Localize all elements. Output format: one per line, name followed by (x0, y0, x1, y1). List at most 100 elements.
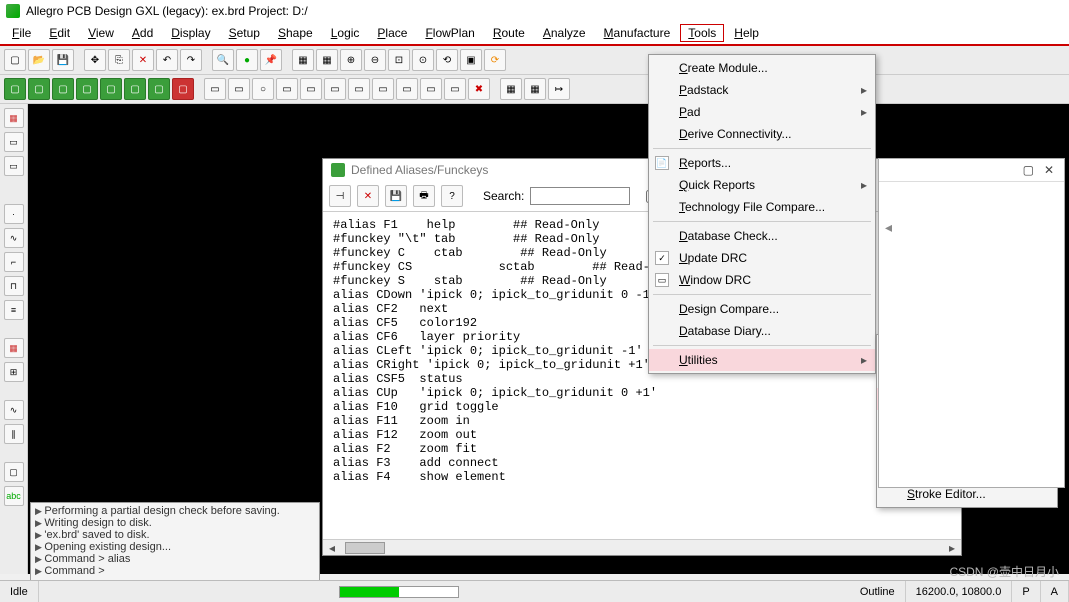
vt7-icon[interactable]: ⊓ (4, 276, 24, 296)
move-icon[interactable]: ✥ (84, 49, 106, 71)
menu-setup[interactable]: Setup (221, 24, 268, 42)
vt11-icon[interactable]: ∿ (4, 400, 24, 420)
mode1-icon[interactable]: ▢ (4, 78, 26, 100)
shape6-icon[interactable]: ▭ (324, 78, 346, 100)
menu-route[interactable]: Route (485, 24, 533, 42)
vt6-icon[interactable]: ⌐ (4, 252, 24, 272)
menu-manufacture[interactable]: Manufacture (596, 24, 679, 42)
menu-flowplan[interactable]: FlowPlan (417, 24, 482, 42)
print-icon[interactable]: 🖶 (413, 185, 435, 207)
redo-icon[interactable]: ↷ (180, 49, 202, 71)
menuitem-utilities[interactable]: Utilities (649, 349, 875, 371)
mode3-icon[interactable]: ▢ (52, 78, 74, 100)
shape11-icon[interactable]: ▭ (444, 78, 466, 100)
undo-icon[interactable]: ↶ (156, 49, 178, 71)
maximize-icon[interactable]: ▢ (1023, 163, 1034, 177)
shape10-icon[interactable]: ▭ (420, 78, 442, 100)
zoomin-icon[interactable]: ⊕ (340, 49, 362, 71)
zoomsel-icon[interactable]: ⊙ (412, 49, 434, 71)
save-icon[interactable]: 💾 (52, 49, 74, 71)
menu-logic[interactable]: Logic (323, 24, 368, 42)
copy-icon[interactable]: ⎘ (108, 49, 130, 71)
vt10-icon[interactable]: ⊞ (4, 362, 24, 382)
pin-icon[interactable]: ⊣ (329, 185, 351, 207)
delete-icon[interactable]: ✕ (132, 49, 154, 71)
shape8-icon[interactable]: ▭ (372, 78, 394, 100)
help-icon[interactable]: ? (441, 185, 463, 207)
menuitem-technology-file-compare-[interactable]: Technology File Compare... (649, 196, 875, 218)
menuitem-database-check-[interactable]: Database Check... (649, 225, 875, 247)
menu-place[interactable]: Place (369, 24, 415, 42)
back-icon[interactable]: ◂ (885, 219, 892, 236)
dialog-title: Defined Aliases/Funckeys (351, 163, 488, 177)
grid2-icon[interactable]: ▦ (316, 49, 338, 71)
vt9-icon[interactable]: ▦ (4, 338, 24, 358)
menu-view[interactable]: View (80, 24, 122, 42)
shapedel-icon[interactable]: ✖ (468, 78, 490, 100)
route2-icon[interactable]: ▦ (524, 78, 546, 100)
search-input[interactable] (530, 187, 630, 205)
zoomprev-icon[interactable]: ⟲ (436, 49, 458, 71)
shape5-icon[interactable]: ▭ (300, 78, 322, 100)
status-snap[interactable]: A (1041, 581, 1069, 602)
menu-shape[interactable]: Shape (270, 24, 321, 42)
menuitem-reports-[interactable]: 📄Reports... (649, 152, 875, 174)
zoomwin-icon[interactable]: ▣ (460, 49, 482, 71)
mode5-icon[interactable]: ▢ (100, 78, 122, 100)
close-icon[interactable]: ✕ (357, 185, 379, 207)
vt14-icon[interactable]: abc (4, 486, 24, 506)
zoomout-icon[interactable]: ⊖ (364, 49, 386, 71)
menuitem-update-drc[interactable]: ✓Update DRC (649, 247, 875, 269)
route1-icon[interactable]: ▦ (500, 78, 522, 100)
zoomfit-icon[interactable]: ⊡ (388, 49, 410, 71)
menu-help[interactable]: Help (726, 24, 767, 42)
dim-icon[interactable]: ↦ (548, 78, 570, 100)
vt13-icon[interactable]: ▢ (4, 462, 24, 482)
shape2-icon[interactable]: ▭ (228, 78, 250, 100)
menu-edit[interactable]: Edit (41, 24, 78, 42)
scroll-thumb[interactable] (345, 542, 385, 554)
refresh-icon[interactable]: ⟳ (484, 49, 506, 71)
menu-analyze[interactable]: Analyze (535, 24, 594, 42)
menu-display[interactable]: Display (163, 24, 218, 42)
shape4-icon[interactable]: ▭ (276, 78, 298, 100)
menuitem-create-module-[interactable]: Create Module... (649, 57, 875, 79)
menuitem-database-diary-[interactable]: Database Diary... (649, 320, 875, 342)
shape3-icon[interactable]: ○ (252, 78, 274, 100)
menu-add[interactable]: Add (124, 24, 161, 42)
pin-icon[interactable]: 📌 (260, 49, 282, 71)
shape7-icon[interactable]: ▭ (348, 78, 370, 100)
mode2-icon[interactable]: ▢ (28, 78, 50, 100)
vt5-icon[interactable]: ∿ (4, 228, 24, 248)
mode4-icon[interactable]: ▢ (76, 78, 98, 100)
menuitem-pad[interactable]: Pad (649, 101, 875, 123)
shape9-icon[interactable]: ▭ (396, 78, 418, 100)
mode7-icon[interactable]: ▢ (148, 78, 170, 100)
grid-icon[interactable]: ▦ (292, 49, 314, 71)
menuitem-window-drc[interactable]: ▭Window DRC (649, 269, 875, 291)
dialog-icon (331, 163, 345, 177)
new-icon[interactable]: ▢ (4, 49, 26, 71)
status-mode[interactable]: P (1012, 581, 1040, 602)
menuitem-quick-reports[interactable]: Quick Reports (649, 174, 875, 196)
vt2-icon[interactable]: ▭ (4, 132, 24, 152)
save-icon[interactable]: 💾 (385, 185, 407, 207)
vt8-icon[interactable]: ≡ (4, 300, 24, 320)
vt12-icon[interactable]: ∥ (4, 424, 24, 444)
vt3-icon[interactable]: ▭ (4, 156, 24, 176)
menuitem-padstack[interactable]: Padstack (649, 79, 875, 101)
marker-icon[interactable]: ● (236, 49, 258, 71)
shape1-icon[interactable]: ▭ (204, 78, 226, 100)
mode8-icon[interactable]: ▢ (172, 78, 194, 100)
vt1-icon[interactable]: ▦ (4, 108, 24, 128)
menu-tools[interactable]: Tools (680, 24, 724, 42)
menuitem-design-compare-[interactable]: Design Compare... (649, 298, 875, 320)
mode6-icon[interactable]: ▢ (124, 78, 146, 100)
dialog-hscroll[interactable]: ◂ ▸ (323, 539, 961, 555)
close-icon[interactable]: ✕ (1044, 163, 1054, 177)
open-icon[interactable]: 📂 (28, 49, 50, 71)
menu-file[interactable]: File (4, 24, 39, 42)
menuitem-derive-connectivity-[interactable]: Derive Connectivity... (649, 123, 875, 145)
vt4-icon[interactable]: · (4, 204, 24, 224)
zoom-icon[interactable]: 🔍 (212, 49, 234, 71)
